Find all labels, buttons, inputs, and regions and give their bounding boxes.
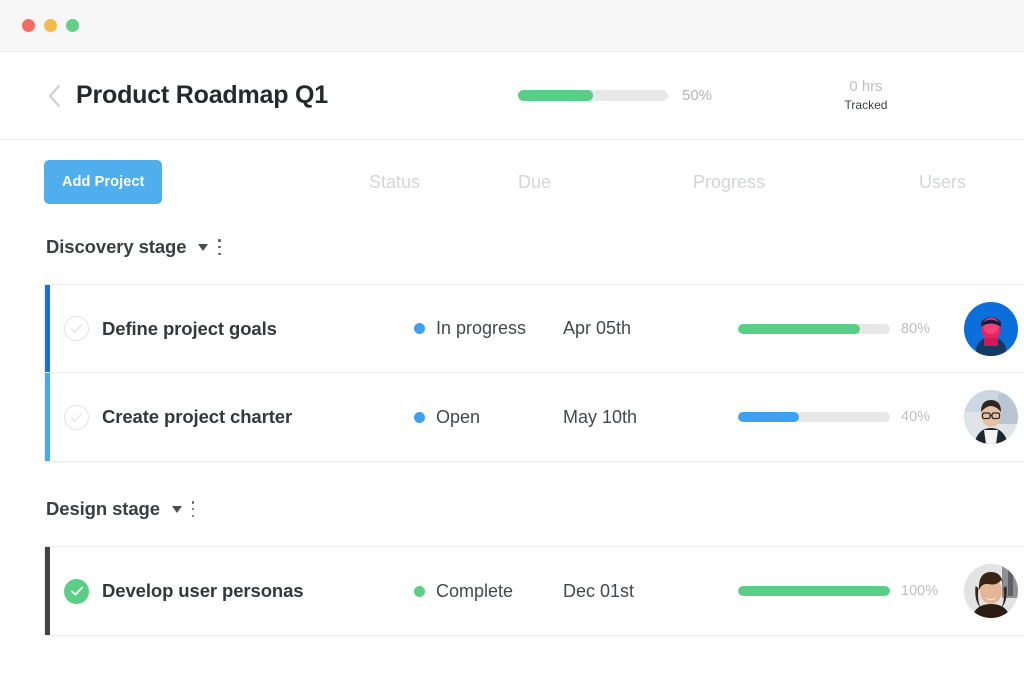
task-assignee[interactable]	[964, 390, 1018, 444]
progress-fill	[738, 323, 860, 334]
avatar[interactable]	[964, 390, 1018, 444]
column-header-status: Status	[369, 171, 421, 192]
task-card-discovery: Define project goals In progress Apr 05t…	[44, 284, 1024, 462]
caret-down-icon[interactable]	[198, 243, 209, 251]
progress-fill	[738, 412, 799, 422]
app-window: Product Roadmap Q1 50% 0 hrs Tracked Add…	[0, 0, 1024, 685]
progress-label: 80%	[901, 320, 931, 337]
caret-down-icon[interactable]	[171, 505, 182, 513]
circle-check-outline-icon[interactable]	[64, 404, 89, 430]
tracked-hours-value: 0 hrs	[849, 77, 883, 95]
kebab-menu-icon[interactable]	[217, 239, 221, 255]
task-due: Dec 01st	[563, 581, 634, 602]
task-status: Complete	[414, 581, 513, 602]
task-status: In progress	[414, 318, 526, 339]
task-assignee[interactable]	[964, 301, 1018, 356]
tracked-hours-label: Tracked	[844, 98, 888, 113]
progress-label: 40%	[901, 409, 931, 425]
task-due: Apr 05th	[563, 318, 631, 339]
due-date: May 10th	[563, 406, 638, 427]
header-progress-fill	[518, 90, 593, 101]
circle-check-outline-icon[interactable]	[64, 316, 89, 341]
stage-header-discovery: Discovery stage	[0, 224, 1024, 270]
window-close-button[interactable]	[22, 19, 35, 32]
progress-fill	[738, 586, 890, 596]
status-label: In progress	[436, 318, 527, 338]
table-row[interactable]: Create project charter Open May 10th 40%	[45, 373, 1024, 461]
column-header-users: Users	[919, 171, 967, 192]
row-accent-bar	[45, 285, 50, 372]
status-label: Complete	[436, 580, 514, 601]
task-name: Develop user personas	[102, 580, 304, 601]
chevron-left-icon[interactable]	[44, 81, 64, 111]
row-accent-bar	[45, 373, 50, 461]
task-name: Create project charter	[102, 406, 293, 427]
header-progress-track	[518, 90, 668, 101]
stage-title: Discovery stage	[46, 236, 187, 257]
page-title: Product Roadmap Q1	[76, 81, 328, 109]
column-header-progress: Progress	[693, 171, 766, 192]
stage-header-design: Design stage	[0, 486, 1024, 532]
avatar[interactable]	[964, 301, 1018, 356]
progress-track	[738, 586, 890, 596]
progress-track	[738, 323, 890, 334]
due-date: Dec 01st	[563, 580, 635, 601]
status-label: Open	[436, 406, 481, 427]
row-accent-bar	[45, 547, 50, 635]
header-progress: 50%	[518, 87, 712, 104]
task-assignee[interactable]	[964, 564, 1018, 618]
header-progress-label: 50%	[682, 87, 713, 104]
task-progress: 100%	[738, 583, 938, 599]
table-row[interactable]: Define project goals In progress Apr 05t…	[45, 285, 1024, 373]
table-row[interactable]: Develop user personas Complete Dec 01st …	[45, 547, 1024, 635]
progress-label: 100%	[901, 583, 939, 599]
page-header: Product Roadmap Q1 50% 0 hrs Tracked	[0, 52, 1024, 140]
window-minimize-button[interactable]	[44, 19, 57, 32]
circle-check-filled-icon[interactable]	[64, 578, 89, 604]
task-name: Define project goals	[102, 317, 277, 339]
progress-track	[738, 412, 890, 422]
task-progress: 40%	[738, 409, 930, 425]
kebab-menu-icon[interactable]	[191, 501, 195, 517]
tracked-time-block: 0 hrs Tracked	[820, 77, 912, 114]
task-status: Open	[414, 407, 480, 428]
window-titlebar	[0, 0, 1024, 52]
stage-title: Design stage	[46, 498, 160, 519]
task-due: May 10th	[563, 407, 637, 428]
task-progress: 80%	[738, 321, 930, 337]
due-date: Apr 05th	[563, 318, 632, 338]
add-project-button[interactable]: Add Project	[44, 160, 163, 204]
avatar[interactable]	[964, 564, 1018, 618]
toolbar: Add Project Status Due Progress Users	[0, 140, 1024, 224]
task-card-design: Develop user personas Complete Dec 01st …	[44, 546, 1024, 636]
column-header-due: Due	[518, 171, 552, 192]
status-dot	[414, 411, 425, 423]
window-maximize-button[interactable]	[66, 19, 79, 32]
status-dot	[414, 323, 425, 334]
status-dot	[414, 585, 425, 597]
